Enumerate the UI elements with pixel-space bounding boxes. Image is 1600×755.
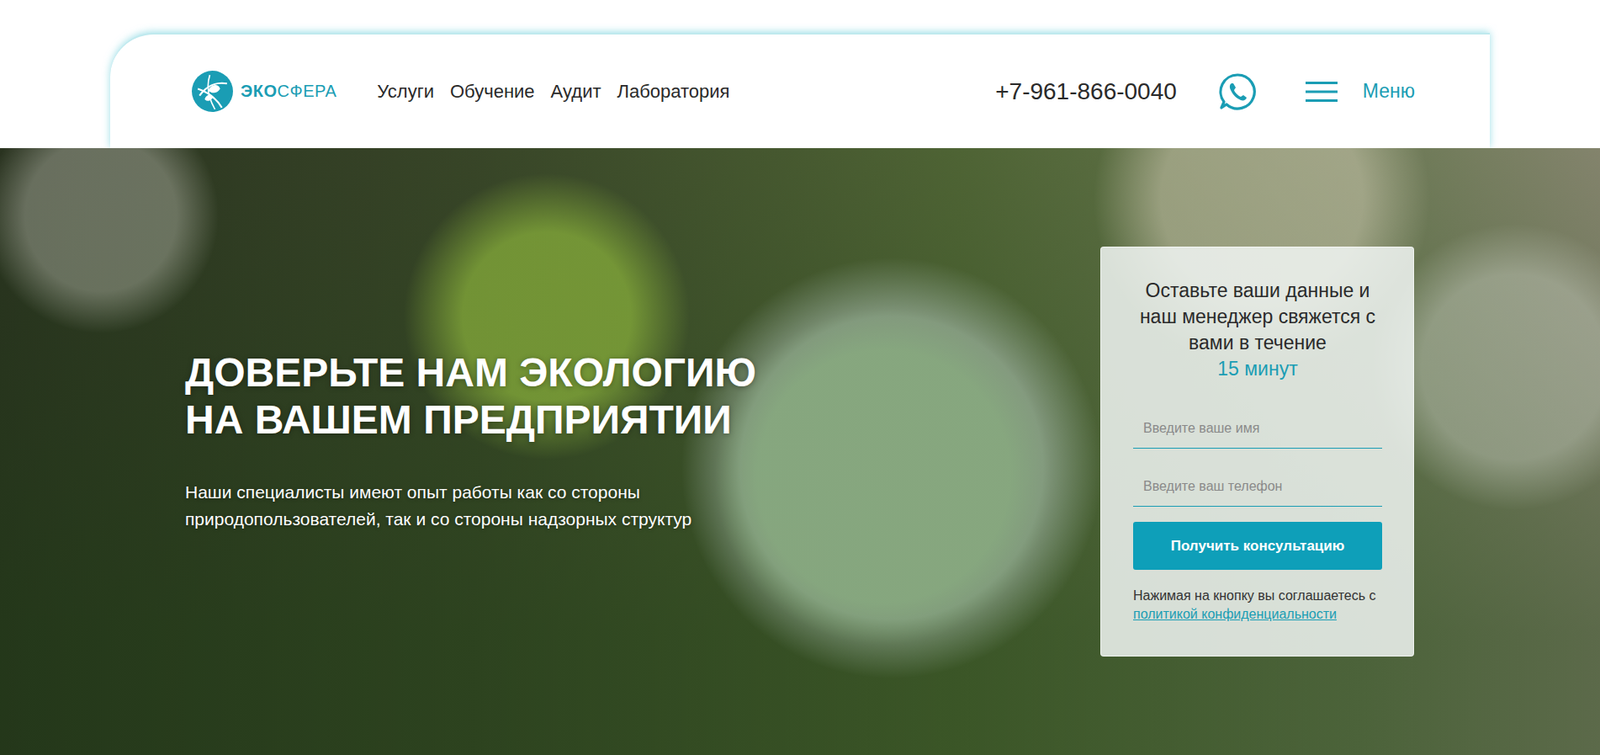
form-title-accent: 15 минут: [1133, 355, 1383, 382]
phone-link[interactable]: +7-961-866-0040: [995, 78, 1177, 106]
header: ЭКОСФЕРА УслугиОбучениеАудитЛаборатория …: [110, 32, 1490, 149]
whatsapp-icon[interactable]: [1217, 71, 1258, 112]
form-field[interactable]: [1133, 466, 1383, 507]
globe-leaf-icon: [190, 69, 234, 113]
burger-icon: [1305, 80, 1338, 103]
menu-button[interactable]: Меню: [1305, 79, 1415, 103]
hero-subtitle: Наши специалисты имеют опыт работы как с…: [185, 478, 757, 533]
logo[interactable]: ЭКОСФЕРА: [190, 69, 337, 113]
consult-form: Оставьте ваши данные и наш менеджер свяж…: [1100, 246, 1415, 657]
consent-text: Нажимая на кнопку вы соглашаетесь с поли…: [1133, 586, 1383, 624]
consult-button[interactable]: Получить консультацию: [1133, 521, 1383, 570]
nav-item[interactable]: Услуги: [376, 80, 435, 103]
hero-text: ДОВЕРЬТЕ НАМ ЭКОЛОГИЮНА ВАШЕМ ПРЕДПРИЯТИ…: [185, 349, 757, 533]
hero-photo: ДОВЕРЬТЕ НАМ ЭКОЛОГИЮНА ВАШЕМ ПРЕДПРИЯТИ…: [0, 148, 1600, 755]
form-title: Оставьте ваши данные и наш менеджер свяж…: [1133, 277, 1383, 382]
nav-item[interactable]: Обучение: [450, 80, 536, 103]
nav-item[interactable]: Аудит: [550, 80, 602, 103]
main-nav: Услуги Обучение Аудит Лаборатория: [376, 80, 730, 103]
nav-item[interactable]: Лаборатория: [617, 80, 731, 103]
menu-label: Меню: [1362, 79, 1415, 103]
form-field[interactable]: [1133, 408, 1383, 449]
logo-text: ЭКОСФЕРА: [240, 81, 337, 101]
hero-title: ДОВЕРЬТЕ НАМ ЭКОЛОГИЮНА ВАШЕМ ПРЕДПРИЯТИ…: [185, 349, 757, 444]
page: ЭКОСФЕРА УслугиОбучениеАудитЛаборатория …: [0, 0, 1600, 755]
header-wrap: ЭКОСФЕРА УслугиОбучениеАудитЛаборатория …: [0, 0, 1600, 149]
privacy-link[interactable]: политикой конфиденциальности: [1133, 606, 1337, 621]
